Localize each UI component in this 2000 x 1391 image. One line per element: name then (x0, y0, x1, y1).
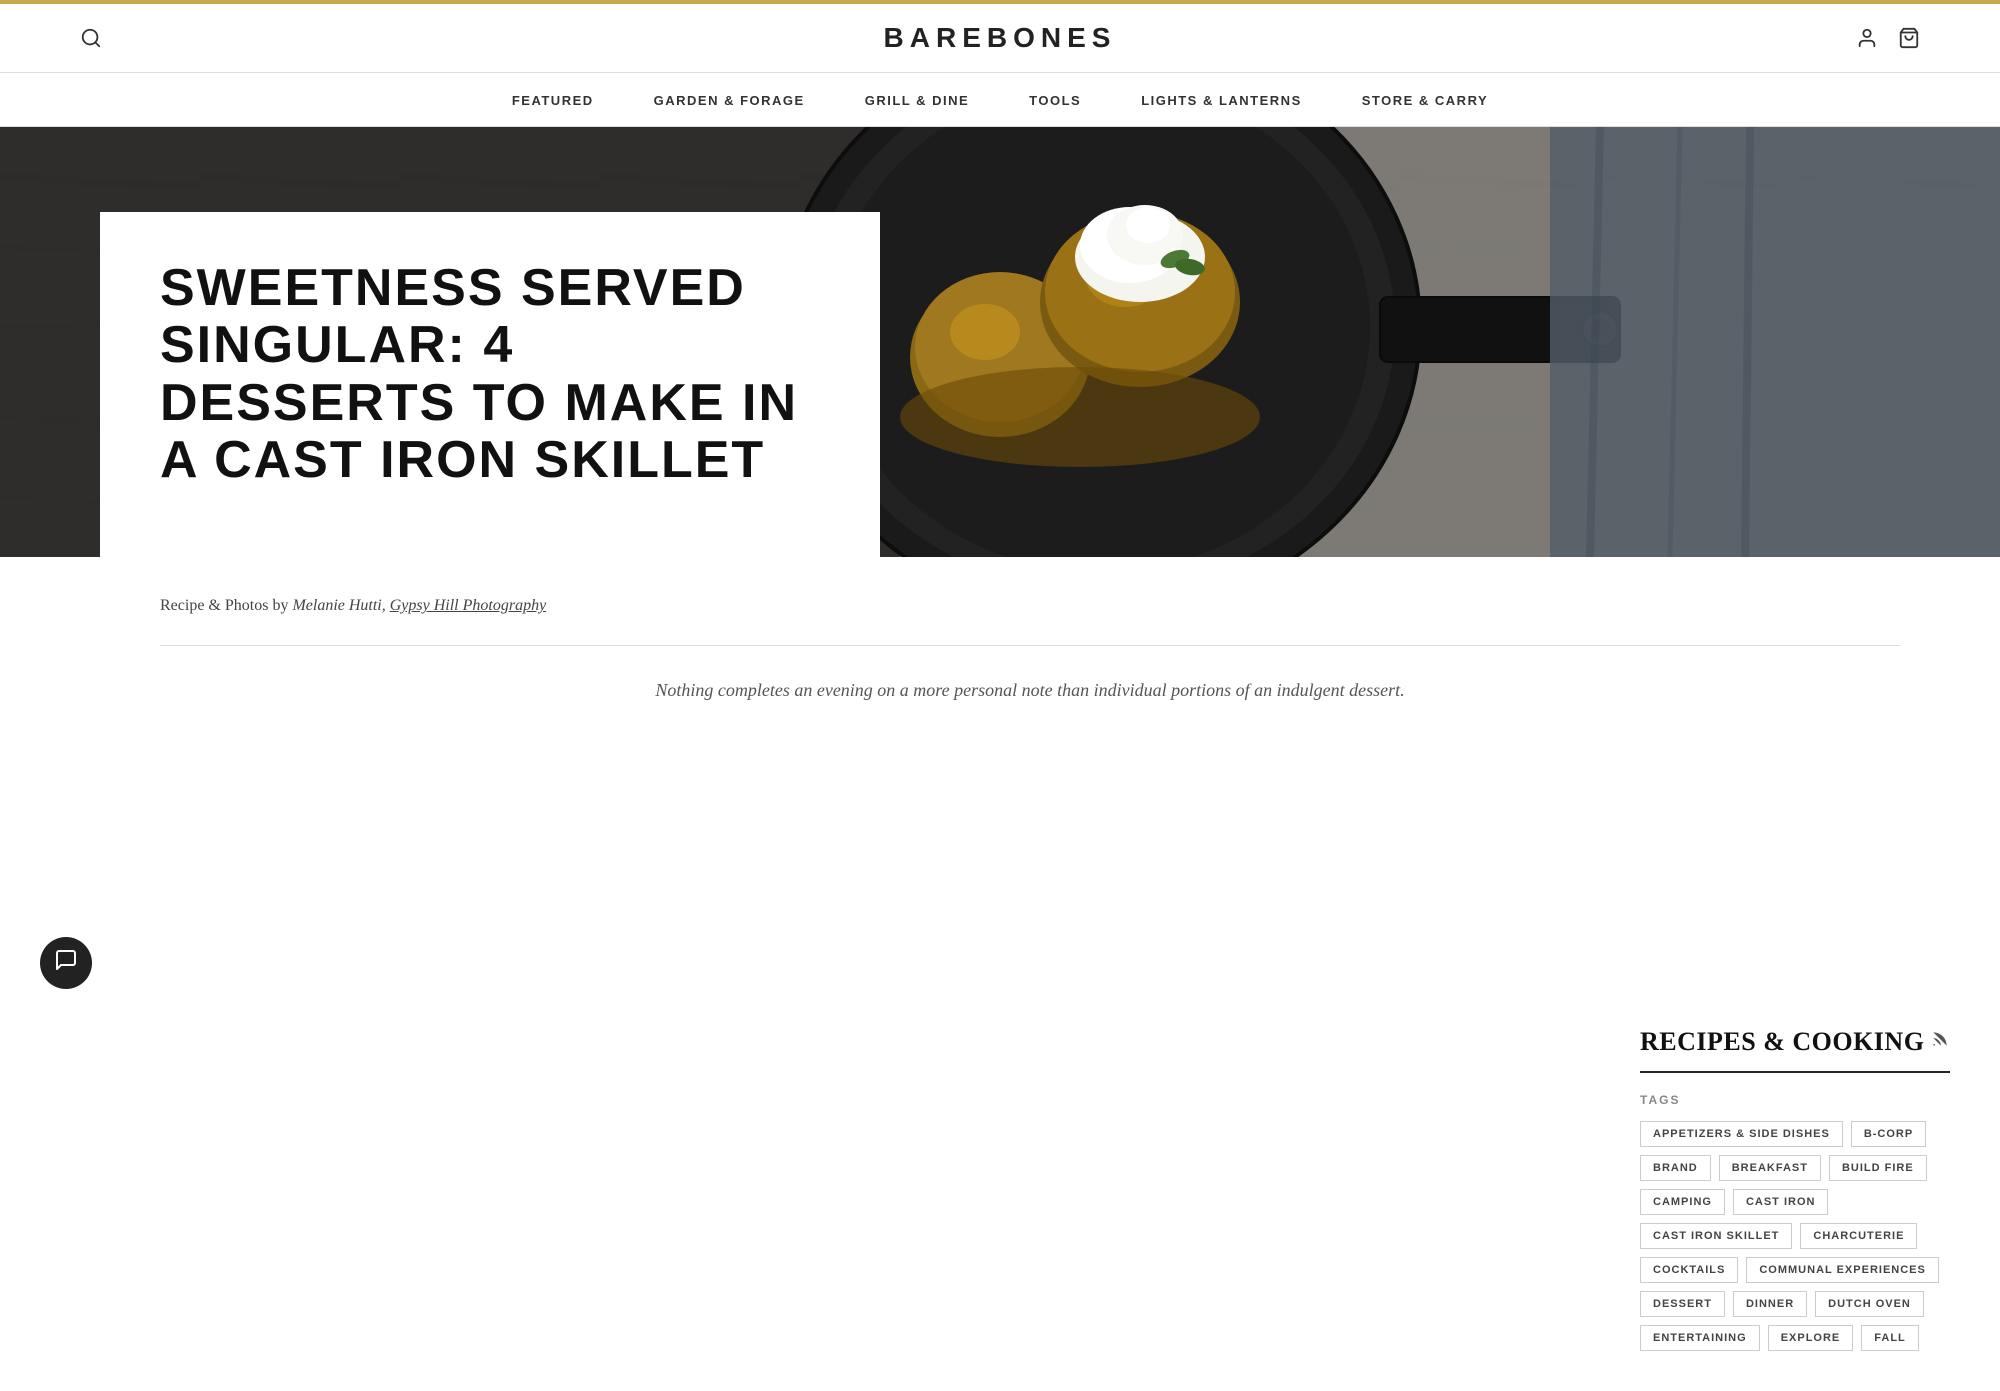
chat-bubble-icon (54, 948, 78, 972)
tag-item[interactable]: BREAKFAST (1719, 1155, 1821, 1181)
header-left (80, 27, 160, 49)
main-nav: FEATURED GARDEN & FORAGE GRILL & DINE TO… (0, 73, 2000, 127)
tag-item[interactable]: BRAND (1640, 1155, 1711, 1181)
nav-item-grill-dine[interactable]: GRILL & DINE (865, 93, 969, 108)
byline-static: Recipe & Photos by (160, 597, 292, 614)
header-right (1840, 27, 1920, 49)
tag-item[interactable]: CAST IRON SKILLET (1640, 1223, 1792, 1249)
nav-item-lights-lanterns[interactable]: LIGHTS & LANTERNS (1141, 93, 1302, 108)
tag-item[interactable]: ENTERTAINING (1640, 1325, 1760, 1351)
tag-item[interactable]: DINNER (1733, 1291, 1807, 1317)
cart-icon (1898, 27, 1920, 49)
cart-button[interactable] (1898, 27, 1920, 49)
tag-item[interactable]: CHARCUTERIE (1800, 1223, 1917, 1249)
tag-item[interactable]: APPETIZERS & SIDE DISHES (1640, 1121, 1843, 1147)
tag-item[interactable]: FALL (1861, 1325, 1919, 1351)
tag-item[interactable]: DESSERT (1640, 1291, 1725, 1317)
header: BAREBONES (0, 4, 2000, 73)
site-logo[interactable]: BAREBONES (160, 22, 1840, 54)
content-area: Recipe & Photos by Melanie Hutti, Gypsy … (0, 557, 2000, 857)
account-icon (1856, 27, 1878, 49)
nav-item-featured[interactable]: FEATURED (512, 93, 594, 108)
article-quote: Nothing completes an evening on a more p… (160, 676, 1900, 705)
article-title: SWEETNESS SERVED SINGULAR: 4 DESSERTS TO… (160, 260, 820, 489)
search-button[interactable] (80, 27, 102, 49)
tag-item[interactable]: CAST IRON (1733, 1189, 1829, 1215)
tag-item[interactable]: BUILD FIRE (1829, 1155, 1927, 1181)
chat-bubble[interactable] (40, 937, 92, 989)
chat-icon (54, 948, 78, 978)
sidebar: RECIPES & COOKING TAGS APPETIZERS & SIDE… (1600, 987, 2000, 1391)
account-button[interactable] (1856, 27, 1878, 49)
tag-item[interactable]: DUTCH OVEN (1815, 1291, 1924, 1317)
article-card: SWEETNESS SERVED SINGULAR: 4 DESSERTS TO… (100, 212, 880, 557)
sidebar-title: RECIPES & COOKING (1640, 1027, 1924, 1057)
tag-item[interactable]: B-CORP (1851, 1121, 1926, 1147)
article-divider (160, 645, 1900, 646)
nav-item-tools[interactable]: TOOLS (1029, 93, 1081, 108)
nav-item-garden-forage[interactable]: GARDEN & FORAGE (654, 93, 805, 108)
rss-icon[interactable] (1930, 1029, 1950, 1055)
nav-item-store-carry[interactable]: STORE & CARRY (1362, 93, 1488, 108)
article-byline: Recipe & Photos by Melanie Hutti, Gypsy … (160, 597, 1900, 615)
search-icon (80, 27, 102, 49)
tags-container: APPETIZERS & SIDE DISHES B-CORP BRAND BREAK… (1640, 1121, 1950, 1351)
byline-link[interactable]: Gypsy Hill Photography (390, 597, 546, 614)
tag-item[interactable]: CAMPING (1640, 1189, 1725, 1215)
tag-item[interactable]: COCKTAILS (1640, 1257, 1738, 1283)
tag-item[interactable]: COMMUNAL EXPERIENCES (1746, 1257, 1938, 1283)
sidebar-header: RECIPES & COOKING (1640, 1027, 1950, 1073)
main-content: Recipe & Photos by Melanie Hutti, Gypsy … (0, 557, 2000, 857)
tags-label: TAGS (1640, 1093, 1950, 1107)
byline-author: Melanie Hutti, (292, 597, 385, 614)
rss-feed-icon (1930, 1029, 1950, 1049)
hero-section: SWEETNESS SERVED SINGULAR: 4 DESSERTS TO… (0, 127, 2000, 557)
tag-item[interactable]: EXPLORE (1768, 1325, 1854, 1351)
